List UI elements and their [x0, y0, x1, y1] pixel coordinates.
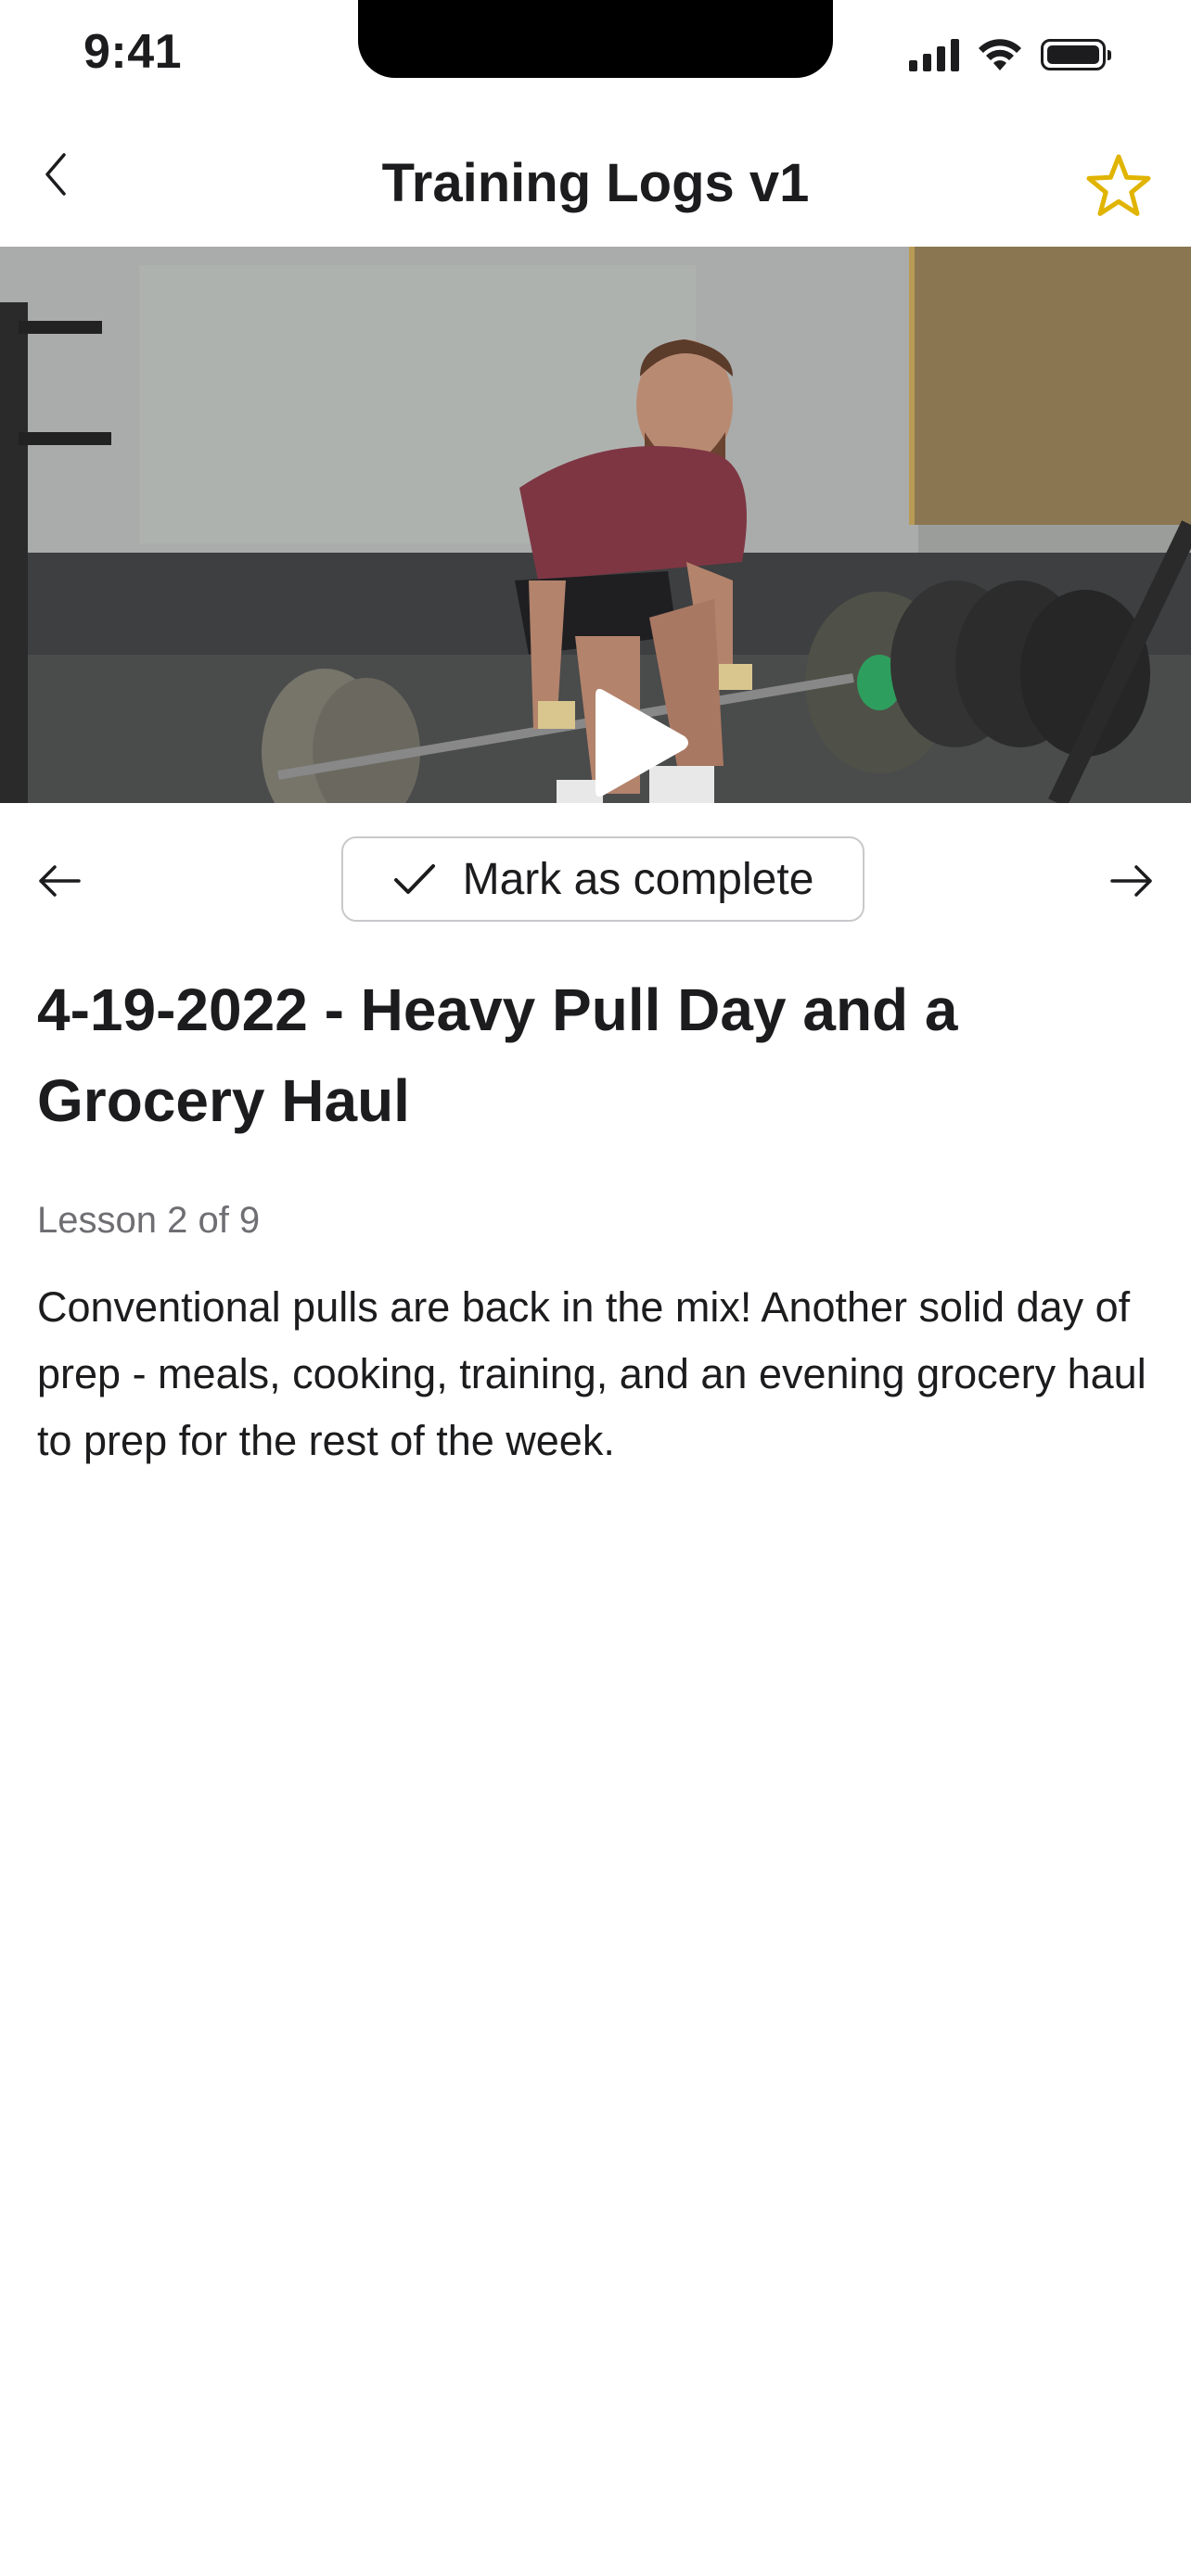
checkmark-icon — [393, 864, 435, 894]
mark-complete-button[interactable]: Mark as complete — [341, 836, 864, 922]
page-title: Training Logs v1 — [381, 153, 810, 213]
video-player[interactable] — [0, 247, 1191, 803]
play-icon[interactable] — [592, 682, 694, 803]
previous-lesson-button[interactable] — [32, 855, 87, 907]
status-icons — [909, 37, 1111, 72]
battery-icon — [1041, 39, 1111, 70]
signal-icon — [909, 38, 959, 71]
mark-complete-label: Mark as complete — [462, 854, 814, 904]
wifi-icon — [979, 39, 1021, 70]
nav-bar: Training Logs v1 — [0, 121, 1191, 247]
device-notch — [358, 0, 833, 78]
favorite-button[interactable] — [1082, 148, 1156, 223]
arrow-left-icon — [39, 865, 81, 897]
lesson-progress: Lesson 2 of 9 — [37, 1200, 261, 1241]
star-outline-icon — [1086, 154, 1151, 216]
status-bar: 9:41 — [0, 0, 1191, 102]
arrow-right-icon — [1110, 865, 1152, 897]
lesson-screen: 9:41 Training Logs v1 Mark as complete 4… — [0, 0, 1191, 2576]
lesson-title: 4-19-2022 - Heavy Pull Day and a Grocery… — [37, 976, 958, 1134]
lesson-description: Conventional pulls are back in the mix! … — [37, 1283, 1146, 1464]
status-time: 9:41 — [83, 25, 183, 79]
next-lesson-button[interactable] — [1104, 855, 1159, 907]
lesson-actions: Mark as complete — [0, 835, 1191, 927]
